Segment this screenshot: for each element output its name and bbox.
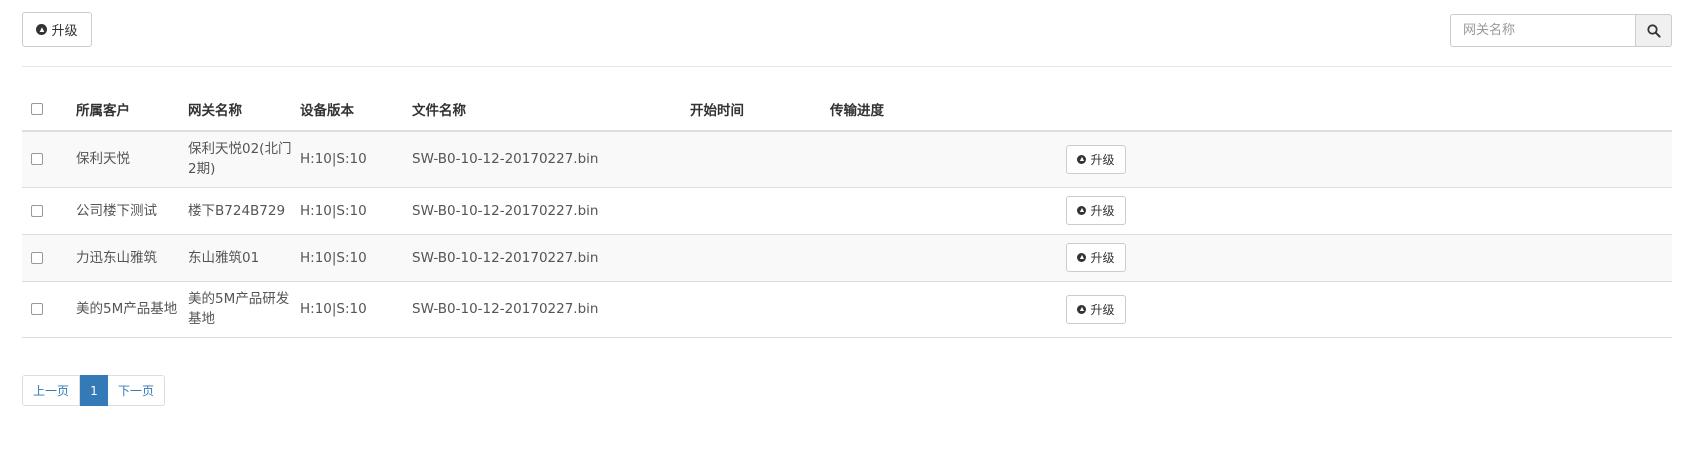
cell-version: H:10|S:10 xyxy=(300,281,412,338)
cell-progress xyxy=(830,234,970,282)
header-progress: 传输进度 xyxy=(830,92,970,132)
header-start-time: 开始时间 xyxy=(690,92,830,132)
row-upgrade-label: 升级 xyxy=(1090,152,1115,167)
cell-version: H:10|S:10 xyxy=(300,131,412,188)
next-page-button[interactable]: 下一页 xyxy=(108,375,165,406)
cell-progress xyxy=(830,187,970,235)
row-checkbox[interactable] xyxy=(31,303,43,315)
cell-start-time xyxy=(690,281,830,338)
row-upgrade-button[interactable]: ▲ 升级 xyxy=(1066,294,1126,324)
cell-gateway: 东山雅筑01 xyxy=(188,234,300,282)
row-upgrade-label: 升级 xyxy=(1090,302,1115,317)
cell-file: SW-B0-10-12-20170227.bin xyxy=(412,234,690,282)
arrow-up-circle-icon: ▲ xyxy=(1077,206,1087,215)
arrow-up-circle-icon: ▲ xyxy=(1077,304,1087,314)
table-header-row: 所属客户 网关名称 设备版本 文件名称 开始时间 传输进度 xyxy=(22,92,1672,132)
search-input[interactable] xyxy=(1450,14,1635,47)
cell-customer: 美的5M产品基地 xyxy=(76,281,188,338)
row-upgrade-button[interactable]: ▲ 升级 xyxy=(1066,196,1126,225)
cell-file: SW-B0-10-12-20170227.bin xyxy=(412,187,690,235)
row-upgrade-button[interactable]: ▲ 升级 xyxy=(1066,243,1126,272)
select-all-cell xyxy=(22,92,76,132)
row-checkbox[interactable] xyxy=(31,251,43,264)
header-file: 文件名称 xyxy=(412,92,690,132)
cell-customer: 公司楼下测试 xyxy=(76,187,188,235)
prev-page-button[interactable]: 上一页 xyxy=(22,375,80,406)
search-button[interactable] xyxy=(1635,14,1672,47)
cell-start-time xyxy=(690,131,830,188)
search-group xyxy=(1450,14,1672,47)
row-upgrade-label: 升级 xyxy=(1090,204,1115,218)
cell-start-time xyxy=(690,187,830,235)
row-upgrade-label: 升级 xyxy=(1090,251,1115,265)
row-checkbox[interactable] xyxy=(31,153,43,166)
cell-gateway: 美的5M产品研发基地 xyxy=(188,281,300,338)
arrow-up-circle-icon: ▲ xyxy=(1077,253,1087,262)
cell-action: ▲ 升级 xyxy=(970,281,1672,338)
cell-file: SW-B0-10-12-20170227.bin xyxy=(412,281,690,338)
arrow-up-circle-icon: ▲ xyxy=(36,24,48,35)
current-page-button[interactable]: 1 xyxy=(80,375,108,406)
arrow-up-circle-icon: ▲ xyxy=(1077,154,1087,164)
cell-progress xyxy=(830,281,970,338)
toolbar-divider xyxy=(22,66,1672,67)
table-row: 保利天悦 保利天悦02(北门2期) H:10|S:10 SW-B0-10-12-… xyxy=(22,131,1672,188)
cell-version: H:10|S:10 xyxy=(300,187,412,235)
table-row: 力迅东山雅筑 东山雅筑01 H:10|S:10 SW-B0-10-12-2017… xyxy=(22,234,1672,282)
cell-gateway: 楼下B724B729 xyxy=(188,187,300,235)
cell-action: ▲ 升级 xyxy=(970,131,1672,188)
cell-customer: 保利天悦 xyxy=(76,131,188,188)
select-all-checkbox[interactable] xyxy=(31,103,43,115)
cell-action: ▲ 升级 xyxy=(970,234,1672,282)
search-icon xyxy=(1646,23,1661,38)
header-version: 设备版本 xyxy=(300,92,412,132)
table-row: 美的5M产品基地 美的5M产品研发基地 H:10|S:10 SW-B0-10-1… xyxy=(22,281,1672,338)
cell-progress xyxy=(830,131,970,188)
upgrade-table: 所属客户 网关名称 设备版本 文件名称 开始时间 传输进度 保利天悦 保利天悦0… xyxy=(22,92,1672,338)
table-row: 公司楼下测试 楼下B724B729 H:10|S:10 SW-B0-10-12-… xyxy=(22,187,1672,235)
row-checkbox[interactable] xyxy=(31,204,43,217)
cell-start-time xyxy=(690,234,830,282)
upgrade-button[interactable]: ▲ 升级 xyxy=(22,12,92,47)
header-customer: 所属客户 xyxy=(76,92,188,132)
cell-file: SW-B0-10-12-20170227.bin xyxy=(412,131,690,188)
cell-version: H:10|S:10 xyxy=(300,234,412,282)
cell-customer: 力迅东山雅筑 xyxy=(76,234,188,282)
header-gateway: 网关名称 xyxy=(188,92,300,132)
header-actions xyxy=(970,92,1672,132)
cell-gateway: 保利天悦02(北门2期) xyxy=(188,131,300,188)
row-upgrade-button[interactable]: ▲ 升级 xyxy=(1066,144,1126,174)
cell-action: ▲ 升级 xyxy=(970,187,1672,235)
upgrade-button-label: 升级 xyxy=(51,23,78,38)
pagination: 上一页 1 下一页 xyxy=(22,375,165,406)
